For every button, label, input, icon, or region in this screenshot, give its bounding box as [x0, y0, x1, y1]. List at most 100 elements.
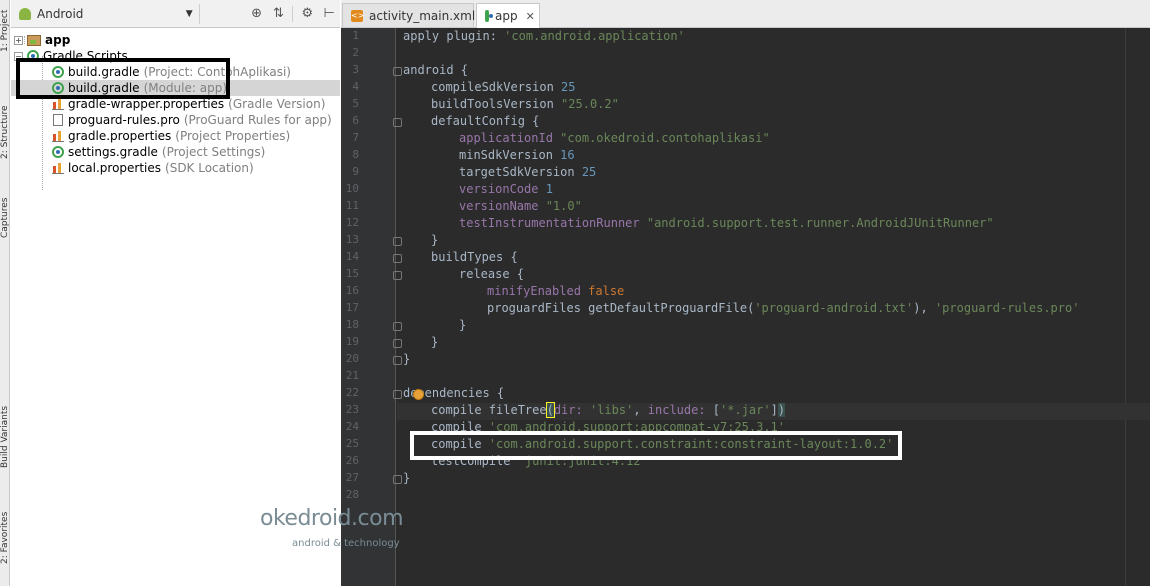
line-number: 11	[345, 199, 359, 212]
code-line-6: defaultConfig {	[431, 114, 540, 128]
code-line-20: }	[403, 352, 411, 366]
line-number: 18	[345, 318, 359, 331]
line-number: 12	[345, 216, 359, 229]
tree-item-label: proguard-rules.pro	[68, 113, 180, 127]
code-line-5: buildToolsVersion "25.0.2"	[431, 97, 619, 111]
line-number: 2	[352, 46, 359, 59]
tree-item-label: settings.gradle	[68, 145, 158, 159]
lightbulb-icon[interactable]	[413, 389, 424, 400]
watermark-brand: okedroid.com	[260, 506, 404, 531]
code-line-8: minSdkVersion 16	[459, 148, 575, 162]
line-number: 1	[352, 29, 359, 42]
line-number: 24	[345, 420, 359, 433]
hide-icon[interactable]: ⊢	[318, 6, 340, 21]
toolbar-separator	[292, 5, 294, 22]
line-number: 8	[352, 148, 359, 161]
tree-item-local-properties[interactable]: local.properties (SDK Location)	[11, 160, 340, 176]
tree-item-proguard-rules[interactable]: proguard-rules.pro (ProGuard Rules for a…	[11, 112, 340, 128]
captures-tool-tab[interactable]: Captures	[0, 188, 10, 248]
code-line-11: versionName "1.0"	[459, 199, 582, 213]
gradle-icon	[52, 146, 64, 158]
line-number: 6	[352, 114, 359, 127]
build-variants-tool-tab[interactable]: Build Variants	[0, 392, 10, 482]
tab-label: app	[495, 9, 518, 23]
properties-icon	[52, 130, 64, 142]
android-icon	[19, 7, 31, 20]
code-line-19: }	[431, 335, 439, 349]
line-number: 23	[345, 403, 359, 416]
target-icon[interactable]: ⊕	[246, 6, 268, 21]
properties-icon	[52, 162, 64, 174]
gear-icon[interactable]: ⚙	[296, 6, 318, 21]
code-line-7: applicationId "com.okedroid.contohaplika…	[459, 131, 770, 145]
line-number: 19	[345, 335, 359, 348]
tree-item-gradle-properties[interactable]: gradle.properties (Project Properties)	[11, 128, 340, 144]
line-number: 15	[345, 267, 359, 280]
code-line-17: proguardFiles getDefaultProguardFile('pr…	[487, 301, 1080, 315]
line-number: 9	[352, 165, 359, 178]
code-line-27: }	[403, 471, 411, 485]
line-number: 20	[345, 352, 359, 365]
collapse-icon[interactable]: ⇅	[268, 6, 290, 21]
tree-item-desc: (Project Properties)	[175, 129, 291, 143]
expand-icon[interactable]: +	[14, 35, 23, 45]
code-line-13: }	[431, 233, 439, 247]
code-line-18: }	[459, 318, 467, 332]
watermark: okedroid.com android & technology	[260, 506, 460, 556]
code-line-3: android {	[403, 63, 469, 77]
line-number: 25	[345, 437, 359, 450]
tree-item-app[interactable]: + app	[11, 32, 340, 48]
tool-window-strip: 1: Project 2: Structure Captures Build V…	[0, 0, 10, 586]
code-editor: <> activity_main.xml app ✕ 1 2 3 4 5 6 7…	[341, 0, 1150, 586]
editor-tabbar: <> activity_main.xml app ✕	[341, 0, 1150, 28]
project-tool-tab[interactable]: 1: Project	[0, 2, 10, 60]
tab-app[interactable]: app ✕	[476, 3, 540, 28]
tree-item-label: gradle.properties	[68, 129, 172, 143]
line-number: 22	[345, 386, 359, 399]
line-number: 21	[345, 369, 359, 382]
project-view-label: Android	[37, 6, 84, 21]
code-line-1: apply plugin: 'com.android.application'	[403, 29, 685, 43]
watermark-tagline: android & technology	[292, 538, 400, 549]
gradle-icon	[485, 10, 493, 22]
tab-label: activity_main.xml	[369, 8, 476, 23]
tree-item-desc: (Project Settings)	[161, 145, 266, 159]
properties-icon	[52, 98, 64, 110]
code-line-14: buildTypes {	[431, 250, 518, 264]
tree-item-desc: (SDK Location)	[165, 161, 254, 175]
xml-file-icon: <>	[351, 9, 365, 22]
tree-item-label: local.properties	[68, 161, 162, 175]
project-toolbar: Android ▼ ⊕ ⇅ ⚙ ⊢	[11, 0, 340, 28]
line-number: 13	[345, 233, 359, 246]
code-line-10: versionCode 1	[459, 182, 553, 196]
line-number: 4	[352, 80, 359, 93]
right-margin-guide	[1125, 28, 1126, 586]
tree-item-label: app	[45, 33, 71, 47]
tab-activity-main-xml[interactable]: <> activity_main.xml	[342, 3, 476, 27]
tree-item-desc: (Gradle Version)	[228, 97, 326, 111]
tree-item-label: gradle-wrapper.properties	[68, 97, 225, 111]
structure-tool-tab[interactable]: 2: Structure	[0, 96, 10, 168]
code-line-9: targetSdkVersion 25	[459, 165, 597, 179]
line-number: 10	[345, 182, 359, 195]
close-icon[interactable]: ✕	[526, 10, 535, 23]
project-view-select[interactable]: Android ▼	[19, 3, 200, 24]
annotation-box-module-gradle	[16, 58, 230, 99]
code-line-15: release {	[459, 267, 525, 281]
line-number: 5	[352, 97, 359, 110]
text-file-icon	[53, 114, 63, 126]
annotation-box-constraint-layout	[410, 431, 902, 460]
line-number: 14	[345, 250, 359, 263]
chevron-down-icon: ▼	[185, 8, 193, 19]
line-number: 3	[352, 63, 359, 76]
code-text-area[interactable]: apply plugin: 'com.android.application' …	[397, 28, 1150, 586]
tree-item-settings-gradle[interactable]: settings.gradle (Project Settings)	[11, 144, 340, 160]
code-line-12: testInstrumentationRunner "android.suppo…	[459, 216, 994, 230]
line-gutter: 1 2 3 4 5 6 7 8 9 10 11 12 13 14 15 16 1…	[341, 28, 402, 586]
tree-item-desc: (ProGuard Rules for app)	[183, 113, 332, 127]
favorites-tool-tab[interactable]: 2: Favorites	[0, 498, 10, 578]
code-line-16: minifyEnabled false	[487, 284, 625, 298]
line-number: 28	[345, 488, 359, 501]
line-number: 27	[345, 471, 359, 484]
code-line-4: compileSdkVersion 25	[431, 80, 576, 94]
